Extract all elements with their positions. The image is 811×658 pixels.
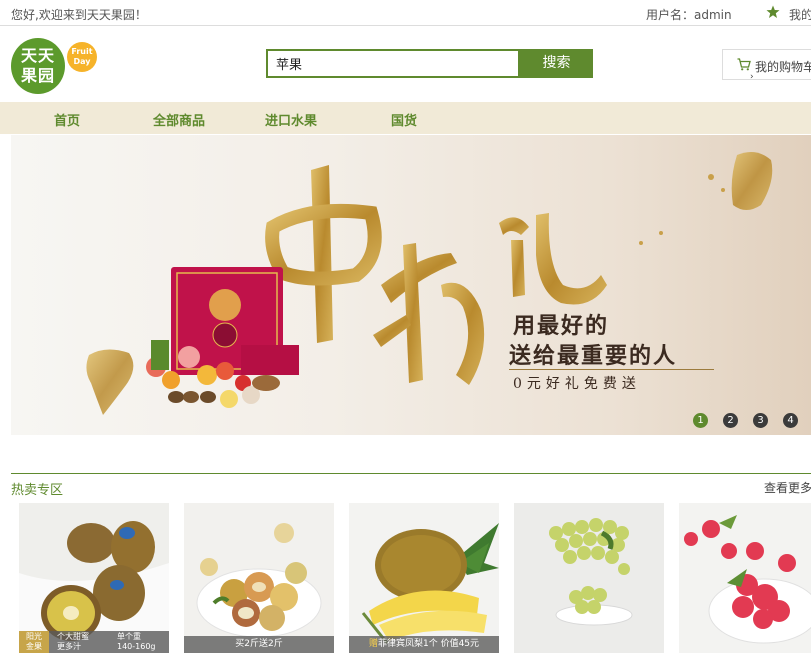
site-logo[interactable]: 天天 果园 Fruit Day [11, 38, 101, 96]
banner-divider [509, 369, 714, 370]
banner-headline-1: 用最好的 [513, 313, 610, 339]
promo-banner[interactable]: 用最好的 送给最重要的人 0元好礼免费送 1 2 3 4 [11, 135, 811, 435]
carousel-dot-1[interactable]: 1 [693, 413, 708, 428]
nav-item-home[interactable]: 首页 [54, 110, 80, 129]
section-title: 热卖专区 [11, 483, 64, 498]
cart-icon [737, 58, 751, 71]
carousel-dot-3[interactable]: 3 [753, 413, 768, 428]
username-label[interactable]: 用户名：admin [646, 6, 732, 23]
logo-mark: 天天 果园 [11, 38, 65, 94]
search-button[interactable]: 搜索 [520, 49, 593, 78]
cart-button[interactable]: 我的购物车 › [722, 49, 811, 82]
product-promo-strip: 赠菲律宾凤梨1个 价值45元 [349, 636, 499, 653]
my-account-link[interactable]: 我的 [789, 6, 811, 23]
nav-item-all-products[interactable]: 全部商品 [153, 110, 205, 129]
logo-badge: Fruit Day [67, 42, 97, 72]
banner-headline-2: 送给最重要的人 [509, 343, 678, 369]
view-more-link[interactable]: 查看更多 [764, 479, 811, 496]
top-bar: 您好,欢迎来到天天果园！ 用户名：admin 我的 [0, 0, 811, 26]
product-promo-strip: 阳光 金果 个大甜蜜 更多汁 单个重 140-160g [19, 631, 169, 653]
banner-subline: 0元好礼免费送 [513, 376, 641, 392]
product-promo-strip: 买2斤送2斤 [184, 636, 334, 653]
carousel-dot-2[interactable]: 2 [723, 413, 738, 428]
product-card-pineapple[interactable]: 赠菲律宾凤梨1个 价值45元 [349, 503, 499, 653]
star-icon [766, 5, 780, 18]
grapes-image [514, 503, 664, 653]
nav-item-domestic[interactable]: 国货 [391, 110, 417, 129]
promo-weight: 单个重 140-160g [117, 632, 156, 651]
product-card-grapes[interactable] [514, 503, 664, 653]
chevron-right-icon: › [750, 72, 754, 82]
gift-text: 菲律宾凤梨1个 价值45元 [377, 639, 480, 649]
raspberry-image [679, 503, 811, 653]
product-card-kiwi[interactable]: 阳光 金果 个大甜蜜 更多汁 单个重 140-160g [19, 503, 169, 653]
carousel-dot-4[interactable]: 4 [783, 413, 798, 428]
gift-tag: 赠 [368, 639, 378, 649]
promo-text: 个大甜蜜 更多汁 [57, 632, 89, 651]
welcome-text: 您好,欢迎来到天天果园！ [11, 8, 147, 22]
product-card-raspberry[interactable] [679, 503, 811, 653]
banner-artwork [86, 151, 773, 415]
section-divider [11, 473, 811, 474]
cart-label: 我的购物车 [755, 60, 811, 74]
product-card-peach[interactable]: 买2斤送2斤 [184, 503, 334, 653]
promo-badge: 阳光 金果 [19, 631, 49, 653]
search-box [266, 49, 520, 78]
search-input[interactable] [268, 51, 518, 76]
peach-image [184, 503, 334, 653]
main-nav: 首页 全部商品 进口水果 国货 [0, 102, 811, 134]
pineapple-image [349, 503, 499, 653]
nav-item-imported-fruit[interactable]: 进口水果 [265, 110, 317, 129]
